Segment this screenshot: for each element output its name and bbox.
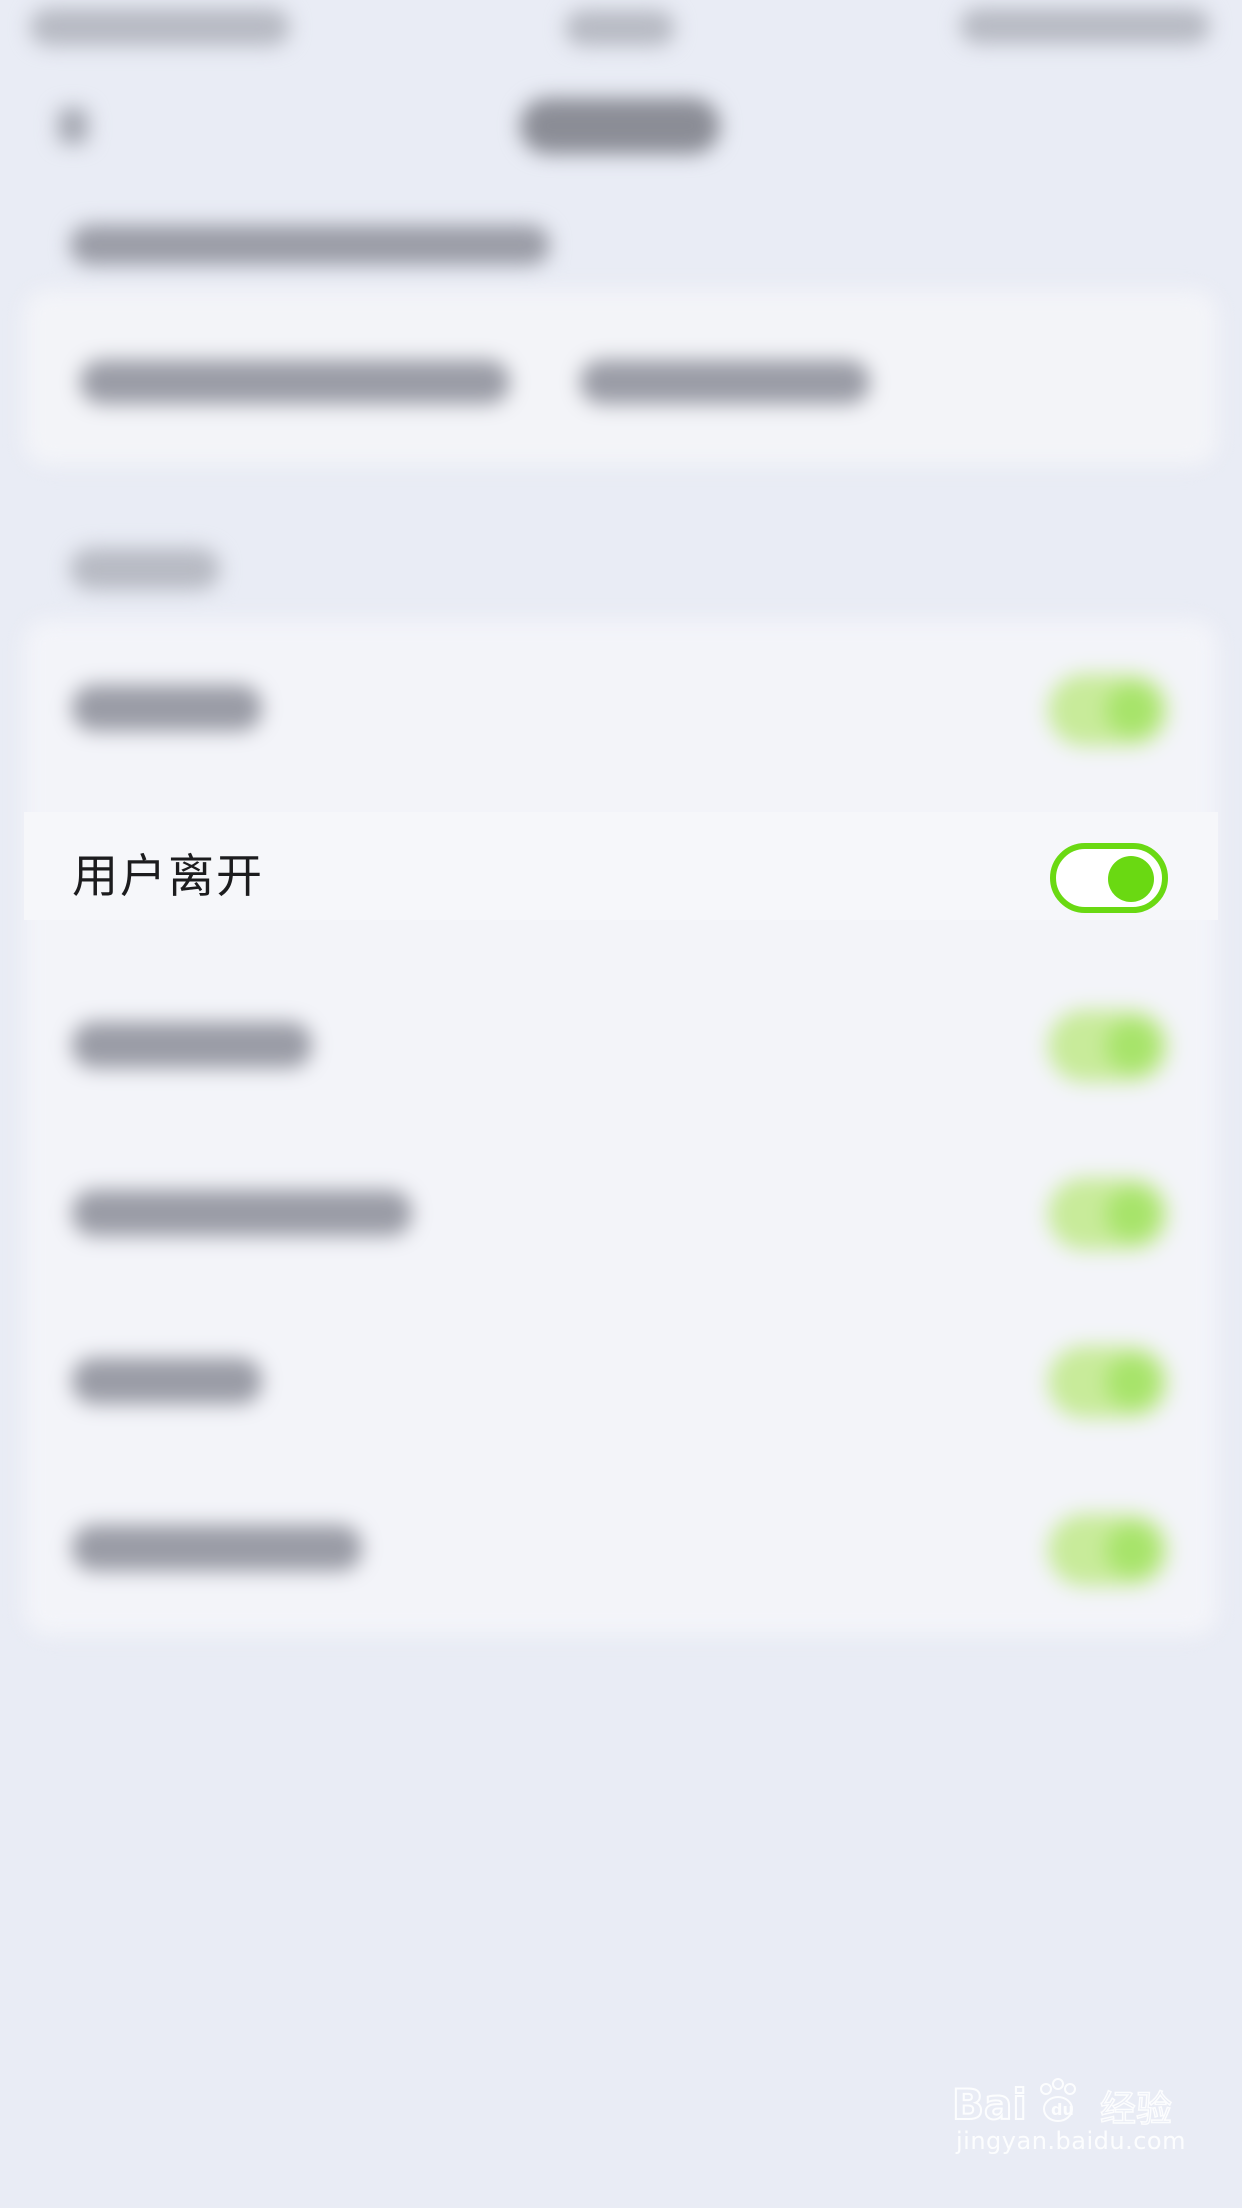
toggle-blurred — [1048, 1178, 1168, 1250]
toggle-blurred — [1048, 674, 1168, 746]
row-label-blurred — [72, 1525, 362, 1571]
top-card-text-blurred — [580, 360, 870, 404]
page-title-blurred — [520, 98, 720, 154]
section-header-blurred — [70, 225, 550, 265]
baidu-paw-logo-icon: Bai du 经验 — [951, 2078, 1173, 2131]
group-label-blurred — [70, 548, 220, 590]
settings-list-card — [24, 620, 1218, 1635]
settings-row-label: 用户离开 — [72, 849, 264, 903]
toggle-blurred — [1048, 1346, 1168, 1418]
baidu-watermark: Bai du 经验 jingyan.baidu.com — [948, 2075, 1188, 2185]
svg-text:Bai: Bai — [952, 2080, 1027, 2129]
top-card-text-blurred — [80, 360, 510, 404]
user-leave-toggle[interactable] — [1050, 843, 1168, 913]
toggle-blurred — [1048, 1010, 1168, 1082]
svg-text:经验: 经验 — [1100, 2089, 1172, 2130]
toggle-blurred — [1048, 1514, 1168, 1586]
watermark-url: jingyan.baidu.com — [956, 2127, 1186, 2155]
row-label-blurred — [72, 685, 262, 731]
row-label-blurred — [72, 1022, 312, 1068]
status-bar-left — [30, 8, 290, 46]
svg-text:du: du — [1051, 2100, 1074, 2119]
row-label-blurred — [72, 1358, 262, 1404]
status-bar-center — [565, 10, 675, 46]
back-arrow-icon — [58, 108, 88, 144]
row-label-blurred — [72, 1190, 412, 1236]
toggle-knob — [1108, 856, 1154, 902]
status-bar-right — [960, 8, 1210, 44]
blurred-background — [0, 0, 1242, 2208]
